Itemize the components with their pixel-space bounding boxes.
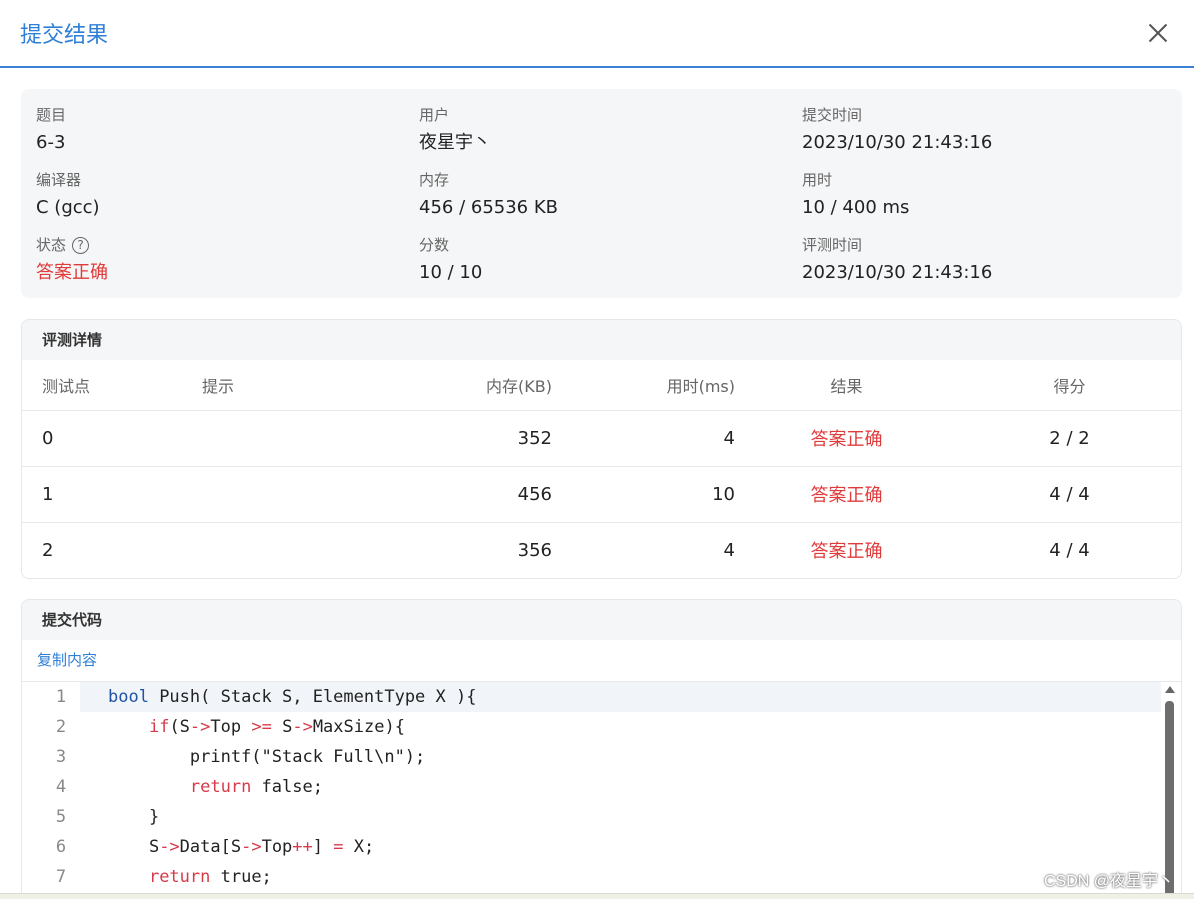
cell-testcase: 2	[42, 539, 54, 561]
table-row: 1 456 10 答案正确 4 / 4	[22, 466, 1181, 523]
cell-score: 4 / 4	[958, 466, 1181, 523]
user-label: 用户	[419, 106, 450, 124]
line-number: 1	[55, 687, 67, 707]
cell-hint	[202, 410, 332, 467]
cell-result: 答案正确	[735, 410, 958, 467]
cell-time: 4	[723, 539, 735, 561]
code-line: 2 if(S->Top >= S->MaxSize){	[22, 712, 1181, 742]
code-line: 1 bool Push( Stack S, ElementType X ){	[22, 682, 1181, 712]
cell-score: 2 / 2	[958, 410, 1181, 467]
score-label: 分数	[419, 236, 450, 254]
close-icon[interactable]	[1146, 21, 1170, 45]
line-number: 7	[55, 867, 67, 887]
memory-value: 456 / 65536 KB	[419, 197, 558, 218]
col-header-hint: 提示	[202, 360, 332, 411]
line-number: 4	[55, 777, 67, 797]
cell-score: 4 / 4	[1049, 539, 1090, 561]
col-header-score: 得分	[958, 360, 1181, 411]
submit-time-label: 提交时间	[802, 106, 863, 124]
table-row: 2 356 4 答案正确 4 / 4	[22, 522, 1181, 578]
cell-result: 答案正确	[735, 466, 958, 523]
code-text: return true;	[148, 867, 272, 887]
line-number: 2	[55, 717, 67, 737]
cell-memory: 356	[517, 539, 552, 561]
compiler-label: 编译器	[36, 171, 82, 189]
dialog-header: 提交结果	[0, 0, 1194, 68]
submitted-code-title: 提交代码	[22, 600, 1181, 640]
status-label: 状态	[36, 236, 67, 254]
cell-memory: 352	[332, 410, 552, 467]
judge-time-label: 评测时间	[802, 236, 863, 254]
code-text: S->Data[S->Top++] = X;	[108, 837, 375, 857]
col-header-result: 结果	[735, 360, 958, 411]
code-line: 7 return true;	[22, 862, 1181, 892]
submit-time-value: 2023/10/30 21:43:16	[802, 132, 993, 153]
code-text: }	[108, 807, 160, 827]
cell-testcase: 1	[22, 466, 202, 523]
judge-time-value: 2023/10/30 21:43:16	[802, 262, 993, 283]
cell-hint	[202, 466, 332, 523]
problem-value: 6-3	[36, 132, 66, 153]
score-value: 10 / 10	[419, 262, 483, 283]
user-value: 夜星宇丶	[419, 132, 491, 153]
copy-row: 复制内容	[22, 640, 1181, 682]
code-line: 4 return false;	[22, 772, 1181, 802]
help-icon[interactable]: ?	[72, 236, 90, 254]
submission-summary: 题目 6-3 编译器 C (gcc) 状态 ? 答案正确 用户 夜星宇丶 内存 …	[21, 89, 1182, 298]
code-editor[interactable]: 1 bool Push( Stack S, ElementType X ){ 2…	[22, 682, 1181, 899]
problem-label: 题目	[36, 106, 67, 124]
scroll-up-arrow-icon[interactable]	[1165, 686, 1175, 693]
time-value: 10 / 400 ms	[802, 197, 910, 218]
code-text: printf("Stack Full\n");	[108, 747, 426, 767]
line-number: 3	[55, 747, 67, 767]
cell-hint	[202, 522, 332, 578]
table-row: 0 352 4 答案正确 2 / 2	[22, 410, 1181, 467]
code-line: 5 }	[22, 802, 1181, 832]
bottom-strip	[0, 893, 1194, 899]
cell-testcase: 0	[22, 410, 202, 467]
code-text: return false;	[189, 777, 323, 797]
memory-label: 内存	[419, 171, 450, 189]
time-label: 用时	[802, 171, 833, 189]
judge-details-card: 评测详情 测试点 提示 内存(KB) 用时(ms) 结果 得分 0 352 4 …	[21, 319, 1182, 579]
line-number: 6	[55, 837, 67, 857]
code-text: if(S->Top >= S->MaxSize){	[148, 717, 405, 737]
status-value: 答案正确	[36, 262, 108, 283]
code-line: 3 printf("Stack Full\n");	[22, 742, 1181, 772]
code-text: bool Push( Stack S, ElementType X ){	[80, 682, 1161, 712]
col-header-time: 用时(ms)	[552, 360, 735, 411]
submitted-code-card: 提交代码 复制内容 1 bool Push( Stack S, ElementT…	[21, 599, 1182, 899]
table-header-row: 测试点 提示 内存(KB) 用时(ms) 结果 得分	[22, 360, 1181, 411]
cell-result: 答案正确	[810, 541, 883, 563]
compiler-value: C (gcc)	[36, 197, 100, 218]
line-number: 5	[55, 807, 67, 827]
watermark: CSDN @夜星宇丶	[1043, 873, 1174, 890]
cell-memory: 456	[332, 466, 552, 523]
copy-button[interactable]: 复制内容	[37, 651, 97, 669]
cell-time: 4	[552, 410, 735, 467]
status-label-row: 状态 ?	[36, 233, 416, 257]
col-header-testcase: 测试点	[22, 360, 202, 411]
judge-table: 测试点 提示 内存(KB) 用时(ms) 结果 得分 0 352 4 答案正确 …	[22, 360, 1181, 578]
dialog-title: 提交结果	[20, 23, 109, 48]
col-header-memory: 内存(KB)	[332, 360, 552, 411]
judge-details-title: 评测详情	[22, 320, 1181, 360]
code-line: 6 S->Data[S->Top++] = X;	[22, 832, 1181, 862]
cell-time: 10	[552, 466, 735, 523]
